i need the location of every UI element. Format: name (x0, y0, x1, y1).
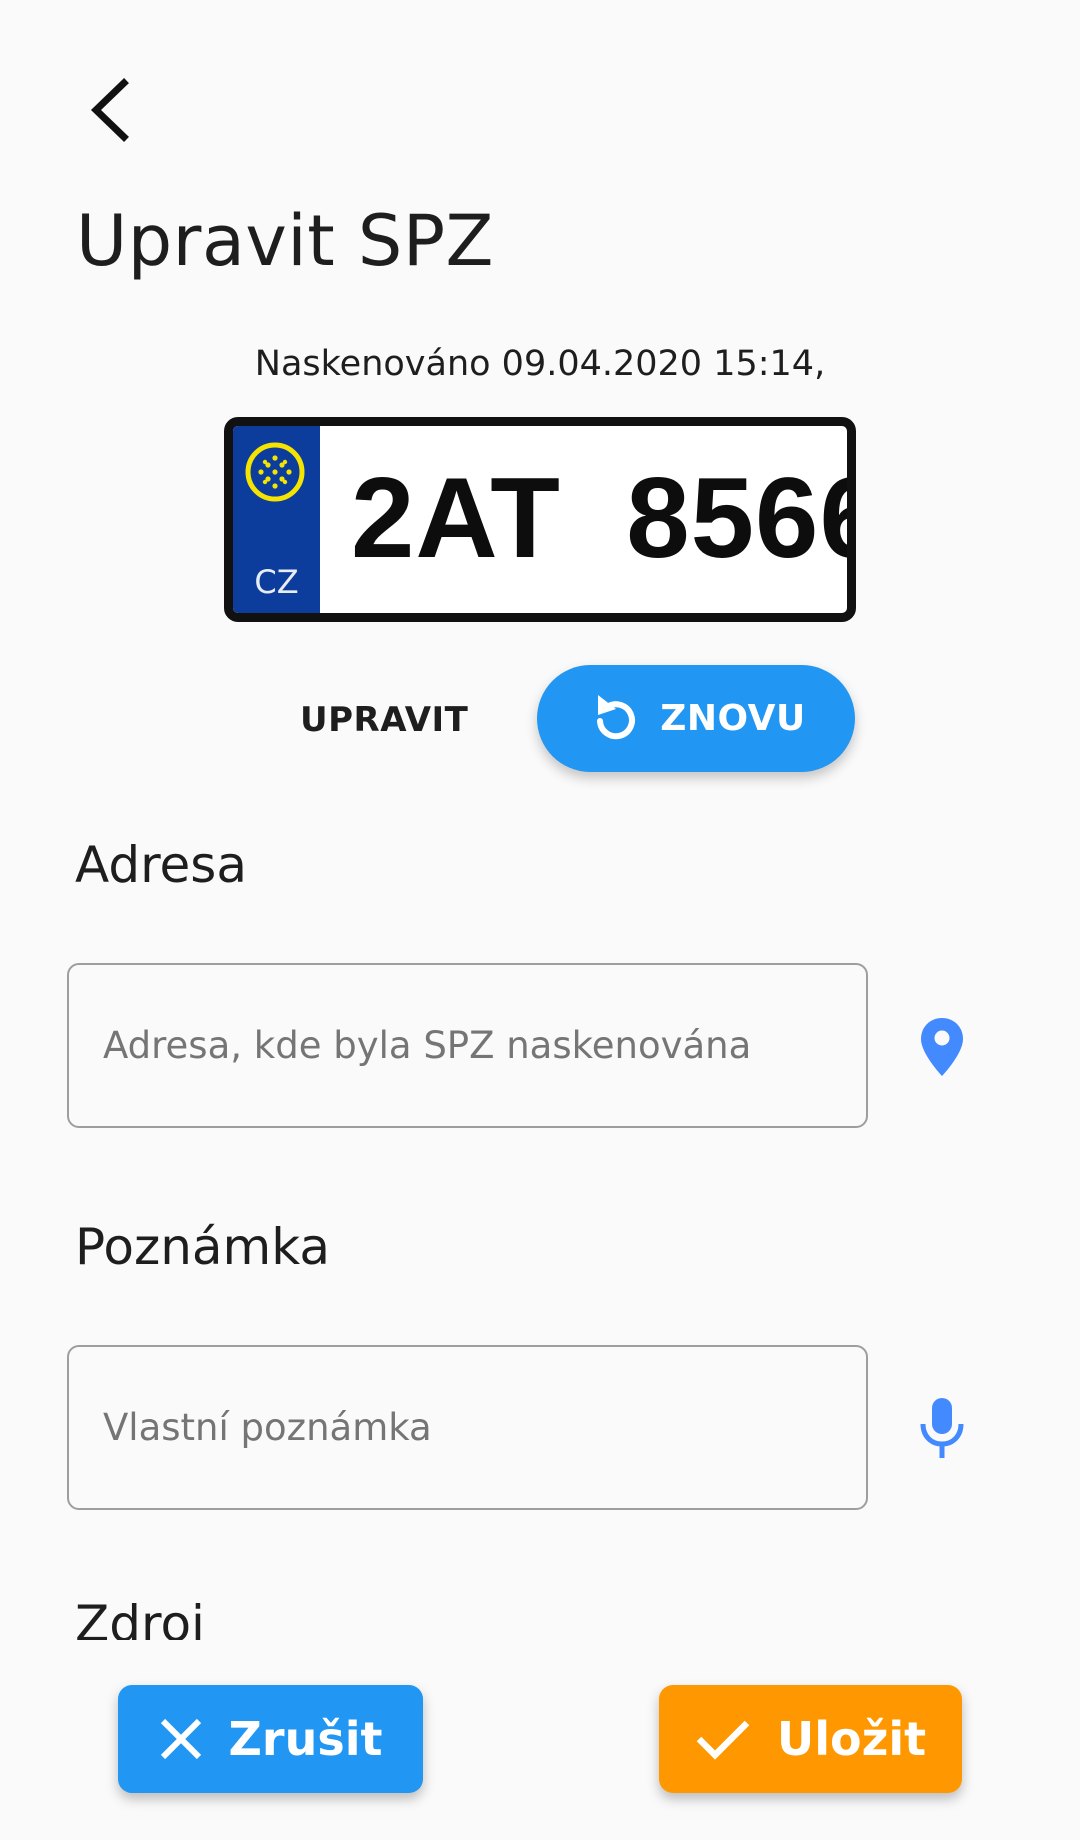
license-plate: CZ 2AT 8566 (224, 417, 856, 622)
arrow-back-icon (90, 78, 129, 142)
scan-again-label: ZNOVU (660, 698, 806, 739)
save-button[interactable]: Uložit (659, 1685, 962, 1793)
address-field[interactable] (67, 963, 868, 1128)
cancel-label: Zrušit (228, 1712, 383, 1766)
back-button[interactable] (70, 70, 150, 150)
save-label: Uložit (776, 1712, 927, 1766)
note-label: Poznámka (75, 1218, 330, 1276)
close-icon (160, 1718, 201, 1760)
address-input[interactable] (103, 965, 833, 1126)
cancel-button[interactable]: Zrušit (118, 1685, 423, 1793)
note-input[interactable] (103, 1347, 833, 1508)
edit-button[interactable]: UPRAVIT (300, 690, 468, 750)
plate-country-code: CZ (254, 563, 299, 601)
check-icon (696, 1720, 750, 1760)
location-pin-icon (921, 1018, 963, 1076)
voice-input-button[interactable] (907, 1393, 977, 1463)
location-pin-button[interactable] (907, 1012, 977, 1082)
eu-band: CZ (233, 426, 320, 613)
scan-again-button[interactable]: ZNOVU (537, 665, 855, 772)
eu-stars-icon (245, 442, 305, 502)
microphone-icon (920, 1398, 964, 1458)
page-title: Upravit SPZ (76, 200, 495, 282)
note-field[interactable] (67, 1345, 868, 1510)
refresh-icon (597, 694, 636, 739)
plate-number: 2AT 8566 (351, 455, 856, 582)
source-label: Zdroj (75, 1595, 205, 1640)
scan-timestamp: Naskenováno 09.04.2020 15:14, (254, 344, 826, 384)
address-label: Adresa (75, 836, 247, 894)
